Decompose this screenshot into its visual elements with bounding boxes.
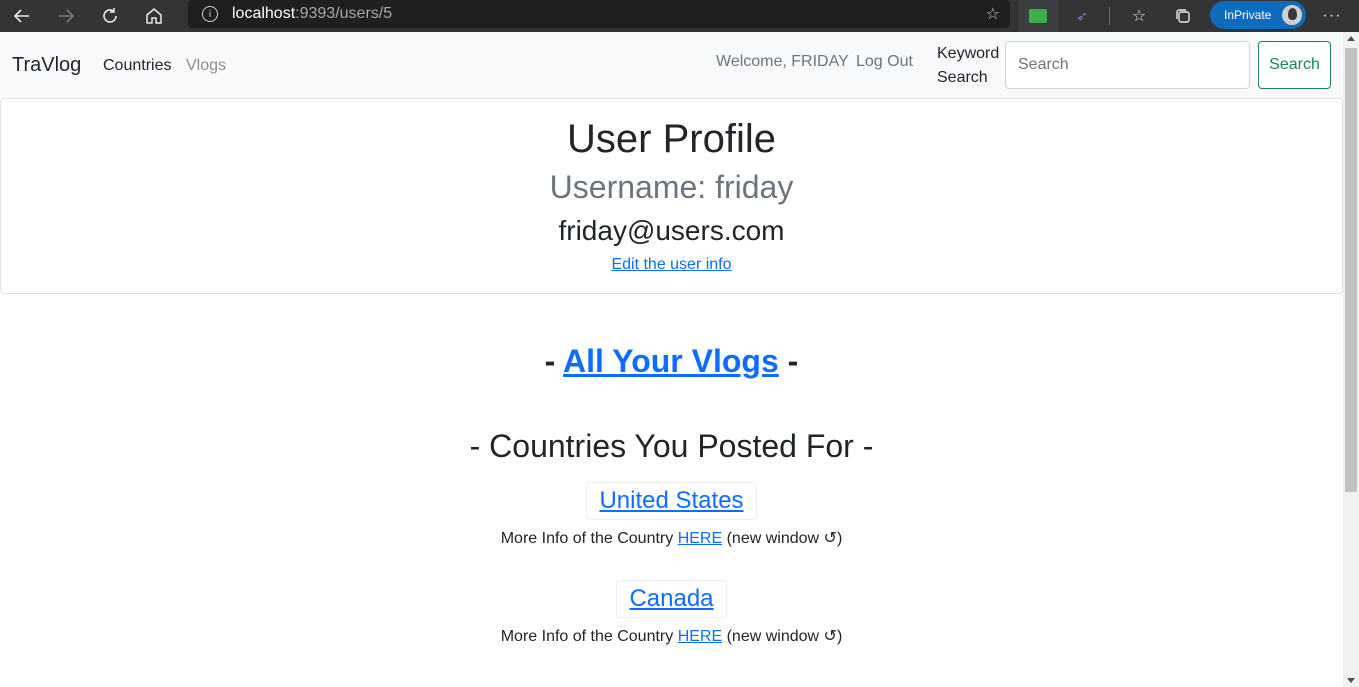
edit-user-container: Edit the user info <box>1 256 1342 274</box>
nav-link-vlogs[interactable]: Vlogs <box>186 57 226 75</box>
site-navbar: TraVlog Countries Vlogs Welcome, FRIDAY … <box>0 32 1343 98</box>
country-item: United States More Info of the Country H… <box>0 482 1343 548</box>
user-profile-card: User Profile Username: friday friday@use… <box>0 98 1343 294</box>
country-info-link[interactable]: HERE <box>678 530 722 547</box>
url-host: localhost <box>232 5 296 22</box>
address-bar[interactable]: i localhost:9393/users/5 ☆ <box>188 0 1010 28</box>
username-heading: Username: friday <box>549 169 794 205</box>
scroll-down-icon[interactable] <box>1347 678 1355 683</box>
email-heading: friday@users.com <box>558 215 785 246</box>
country-item: Canada More Info of the Country HERE (ne… <box>0 580 1343 646</box>
country-info: More Info of the Country HERE (new windo… <box>0 626 1343 646</box>
search-input[interactable] <box>1005 41 1250 89</box>
logout-link[interactable]: Log Out <box>856 53 913 71</box>
refresh-icon[interactable] <box>88 0 132 32</box>
info-icon[interactable]: i <box>202 6 218 22</box>
add-favorite-icon[interactable]: ☆ <box>986 4 1000 24</box>
vlogs-prefix: - <box>544 343 564 379</box>
page-title: User Profile <box>567 117 776 161</box>
brand-logo[interactable]: TraVlog <box>12 54 81 77</box>
all-vlogs-heading: - All Your Vlogs - <box>0 343 1343 380</box>
extension-icon[interactable] <box>1018 0 1058 32</box>
country-info-link[interactable]: HERE <box>678 628 722 645</box>
vlogs-suffix: - <box>778 343 799 379</box>
more-icon[interactable]: ··· <box>1318 0 1346 32</box>
welcome-text: Welcome, FRIDAY <box>716 53 849 70</box>
extension-icon[interactable]: ➶ <box>1066 0 1098 32</box>
url-path: :9393/users/5 <box>295 5 393 22</box>
country-card: United States <box>586 482 757 520</box>
forward-arrow-icon[interactable] <box>44 0 88 32</box>
favorites-icon[interactable]: ☆ <box>1124 0 1154 32</box>
country-info-suffix: (new window ↺) <box>722 530 843 547</box>
page-scrollbar[interactable] <box>1343 32 1359 687</box>
scroll-up-icon[interactable] <box>1347 36 1355 41</box>
countries-heading: - Countries You Posted For - <box>469 428 874 464</box>
nav-link-countries[interactable]: Countries <box>103 57 171 75</box>
profile-avatar <box>1280 3 1304 27</box>
country-link[interactable]: Canada <box>629 585 713 612</box>
inprivate-label: InPrivate <box>1224 8 1272 22</box>
edit-user-link[interactable]: Edit the user info <box>611 256 731 273</box>
home-icon[interactable] <box>132 0 176 32</box>
search-button[interactable]: Search <box>1258 41 1331 89</box>
country-info-suffix: (new window ↺) <box>722 628 843 645</box>
inprivate-badge[interactable]: InPrivate <box>1210 1 1306 29</box>
country-card: Canada <box>616 580 727 618</box>
scrollbar-thumb[interactable] <box>1345 48 1357 492</box>
toolbar-divider <box>1109 7 1110 25</box>
all-vlogs-link[interactable]: All Your Vlogs <box>563 343 779 379</box>
country-info: More Info of the Country HERE (new windo… <box>0 528 1343 548</box>
back-arrow-icon[interactable] <box>0 0 44 32</box>
country-info-text: More Info of the Country <box>500 530 678 547</box>
country-link[interactable]: United States <box>599 487 743 514</box>
keyword-search-label: Keyword Search <box>937 45 1000 86</box>
collections-icon[interactable] <box>1168 0 1198 32</box>
country-info-text: More Info of the Country <box>500 628 678 645</box>
